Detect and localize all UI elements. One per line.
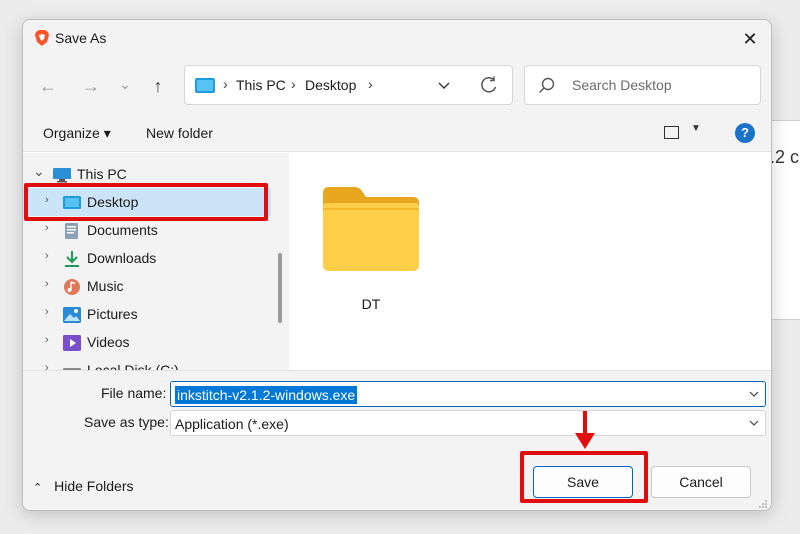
folder-item-dt[interactable]: DT [319, 173, 423, 312]
search-placeholder: Search Desktop [572, 77, 672, 93]
hide-folders-button[interactable]: ⌃ Hide Folders [33, 478, 133, 494]
cancel-button[interactable]: Cancel [651, 466, 751, 498]
tree-item-videos[interactable]: › Videos [23, 328, 271, 356]
save-as-type-label: Save as type: [84, 414, 169, 430]
address-bar[interactable]: › This PC › Desktop › [184, 65, 513, 105]
search-icon [539, 77, 555, 93]
search-box[interactable]: Search Desktop [524, 65, 761, 105]
breadcrumb-separator: › [223, 76, 228, 92]
brave-browser-icon [35, 30, 49, 46]
file-list-pane: DT [289, 153, 771, 370]
resize-grip-icon[interactable] [758, 499, 768, 509]
back-button[interactable]: ← [36, 74, 60, 98]
tree-item-pictures[interactable]: › Pictures [23, 300, 271, 328]
chevron-right-icon[interactable]: › [45, 306, 49, 318]
command-toolbar: Organize ▾ New folder ▼ ? [23, 114, 771, 152]
refresh-icon[interactable] [479, 75, 499, 95]
chevron-down-icon[interactable] [437, 78, 451, 92]
chevron-right-icon[interactable]: › [45, 250, 49, 262]
file-name-value[interactable]: inkstitch-v2.1.2-windows.exe [175, 386, 358, 404]
folder-name: DT [361, 296, 381, 312]
chevron-down-icon[interactable] [749, 418, 759, 428]
breadcrumb-separator: › [368, 76, 373, 92]
help-icon[interactable]: ? [735, 123, 755, 143]
chevron-up-icon: ⌃ [33, 482, 43, 494]
new-folder-button[interactable]: New folder [146, 125, 213, 141]
navigation-pane-scrollbar[interactable] [271, 153, 289, 370]
tree-item-local-disk[interactable]: › Local Disk (C:) [23, 356, 271, 370]
disk-icon [63, 368, 81, 370]
breadcrumb-desktop[interactable]: Desktop [305, 77, 356, 93]
tree-item-label: This PC [77, 166, 127, 182]
title-bar: Save As ✕ [23, 20, 771, 56]
close-button[interactable]: ✕ [737, 26, 763, 52]
up-button[interactable]: ↑ [146, 74, 170, 98]
save-as-type-select[interactable]: Application (*.exe) [170, 410, 766, 436]
recent-locations-button[interactable]: ⌄ [113, 72, 137, 96]
save-as-type-value: Application (*.exe) [175, 416, 289, 432]
pictures-icon [63, 307, 81, 323]
annotation-arrow-icon [575, 411, 595, 449]
music-icon [64, 279, 80, 295]
videos-icon [63, 335, 81, 351]
tree-item-label: Pictures [87, 306, 138, 322]
file-name-input[interactable]: inkstitch-v2.1.2-windows.exe [170, 381, 766, 407]
navigation-bar: ← → ⌄ ↑ › This PC › Desktop › Search Des… [23, 56, 771, 114]
breadcrumb-separator: › [291, 76, 296, 92]
save-as-dialog: Save As ✕ ← → ⌄ ↑ › This PC › Desktop › [22, 19, 772, 511]
tree-item-label: Videos [87, 334, 130, 350]
file-name-label: File name: [101, 385, 167, 401]
download-icon [65, 251, 79, 267]
view-layout-icon[interactable] [664, 126, 679, 139]
annotation-highlight-save [520, 451, 648, 503]
tree-item-label: Local Disk (C:) [87, 362, 179, 370]
chevron-down-icon[interactable] [749, 389, 759, 399]
tree-item-label: Downloads [87, 250, 157, 266]
hide-folders-label: Hide Folders [54, 478, 134, 494]
organize-button[interactable]: Organize ▾ [43, 125, 111, 142]
tree-item-label: Music [87, 278, 124, 294]
chevron-down-icon[interactable]: ⌄ [33, 163, 45, 180]
desktop-icon [195, 78, 215, 93]
tree-item-music[interactable]: › Music [23, 272, 271, 300]
save-form: File name: inkstitch-v2.1.2-windows.exe … [23, 370, 771, 510]
chevron-right-icon[interactable]: › [45, 222, 49, 234]
annotation-highlight-desktop [24, 183, 268, 221]
documents-icon [65, 223, 78, 239]
scrollbar-thumb[interactable] [278, 253, 282, 323]
dialog-title: Save As [55, 30, 107, 46]
view-options-caret-icon[interactable]: ▼ [691, 123, 701, 134]
folder-icon [323, 187, 419, 271]
chevron-right-icon[interactable]: › [45, 362, 49, 370]
chevron-right-icon[interactable]: › [45, 278, 49, 290]
tree-item-label: Documents [87, 222, 158, 238]
chevron-right-icon[interactable]: › [45, 334, 49, 346]
breadcrumb-this-pc[interactable]: This PC [236, 77, 286, 93]
monitor-icon [53, 168, 71, 183]
background-window-text: .2 c [770, 147, 800, 167]
tree-item-downloads[interactable]: › Downloads [23, 244, 271, 272]
forward-button[interactable]: → [79, 74, 103, 98]
